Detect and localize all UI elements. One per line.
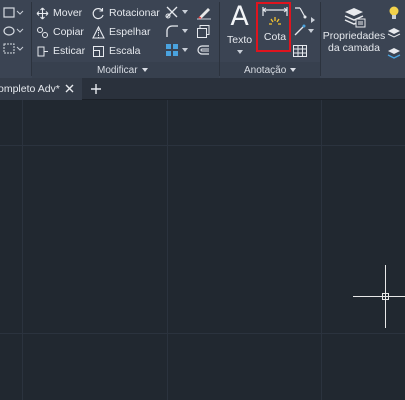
layer-match-icon [387,48,401,59]
modificar-panel-title[interactable]: Modificar [97,63,148,77]
rotate-icon [92,7,104,19]
trim-dropdown-icon[interactable] [182,10,188,14]
close-icon[interactable] [64,83,75,94]
propriedades-camada-button[interactable]: Propriedades da camada [322,4,386,54]
leader-button[interactable] [293,6,307,20]
rotacionar-button[interactable]: Rotacionar [92,5,160,21]
trim-button[interactable] [165,5,188,19]
espelhar-label: Espelhar [109,26,151,38]
multileader-icon [294,24,306,36]
new-tab-plus-icon[interactable] [90,83,102,95]
draw-tool-rectangle[interactable] [2,6,24,20]
stretch-icon [37,46,48,56]
grid-line [0,333,405,334]
cota-highlight [256,2,291,52]
rectangle-icon [3,7,24,18]
scale-icon [93,45,104,57]
draw-tool-boundary[interactable] [2,42,24,56]
escala-label: Escala [109,45,141,57]
panel-separator [320,2,321,76]
lightbulb-icon [389,6,399,19]
table-icon [293,45,307,57]
boundary-icon [3,43,24,54]
document-tab-bar: ompleto Adv* [0,78,405,100]
drawing-canvas[interactable] [0,100,405,400]
copiar-label: Copiar [53,26,84,38]
copiar-button[interactable]: Copiar [36,24,84,40]
layer-properties-icon [344,8,366,28]
texto-label: Texto [227,34,253,46]
espelhar-button[interactable]: Espelhar [92,24,150,40]
copy-icon [37,26,48,38]
grid-line [0,145,405,146]
erase-button[interactable] [196,4,212,25]
move-icon [36,7,49,19]
copy-clip-button[interactable] [196,24,211,44]
offset-button[interactable] [196,43,211,63]
anotacao-title-label: Anotação [244,64,287,76]
trim-icon [165,6,178,19]
rotacionar-label: Rotacionar [109,7,160,19]
fillet-dropdown-icon[interactable] [182,29,188,33]
crosshair-cursor-horizontal [353,296,405,297]
array-dropdown-icon[interactable] [182,48,188,52]
esticar-label: Esticar [53,45,86,57]
fillet-icon [166,25,178,37]
chevron-down-icon [311,17,315,23]
texto-dropdown-icon[interactable] [236,50,243,54]
leader-icon [295,7,307,19]
layer-list-icon [387,28,401,38]
draw-tool-ellipse[interactable] [2,24,24,38]
ribbon: Mover Rotacionar Copiar Espelhar Esticar… [0,0,405,78]
esticar-button[interactable]: Esticar [36,43,85,59]
mover-label: Mover [53,7,83,19]
text-icon: A [230,1,249,32]
texto-button[interactable]: A Texto [227,3,252,54]
layer-state-button[interactable] [387,5,401,26]
modificar-title-label: Modificar [97,64,138,76]
table-button[interactable] [293,44,307,62]
offset-icon [197,45,209,55]
copy-clip-icon [197,25,210,38]
eraser-icon [197,8,211,20]
fillet-button[interactable] [165,24,188,38]
layer-match-button[interactable] [387,46,401,65]
propriedades-label-line1: Propriedades [322,30,386,42]
anotacao-panel-title[interactable]: Anotação [244,63,297,77]
chevron-down-icon [290,68,297,72]
layer-list-button[interactable] [387,26,401,45]
leader-dropdown-icon[interactable] [308,29,314,33]
propriedades-label-line2: da camada [328,42,380,54]
document-tab-label: ompleto Adv* [0,83,60,95]
ellipse-icon [3,26,24,36]
chevron-down-icon [141,68,148,72]
crosshair-pickbox [382,293,389,300]
escala-button[interactable]: Escala [92,43,141,59]
mirror-icon [92,25,105,39]
array-icon [166,44,178,56]
mover-button[interactable]: Mover [36,5,82,21]
array-button[interactable] [165,43,188,57]
anotacao-expand-icon[interactable] [310,9,316,27]
